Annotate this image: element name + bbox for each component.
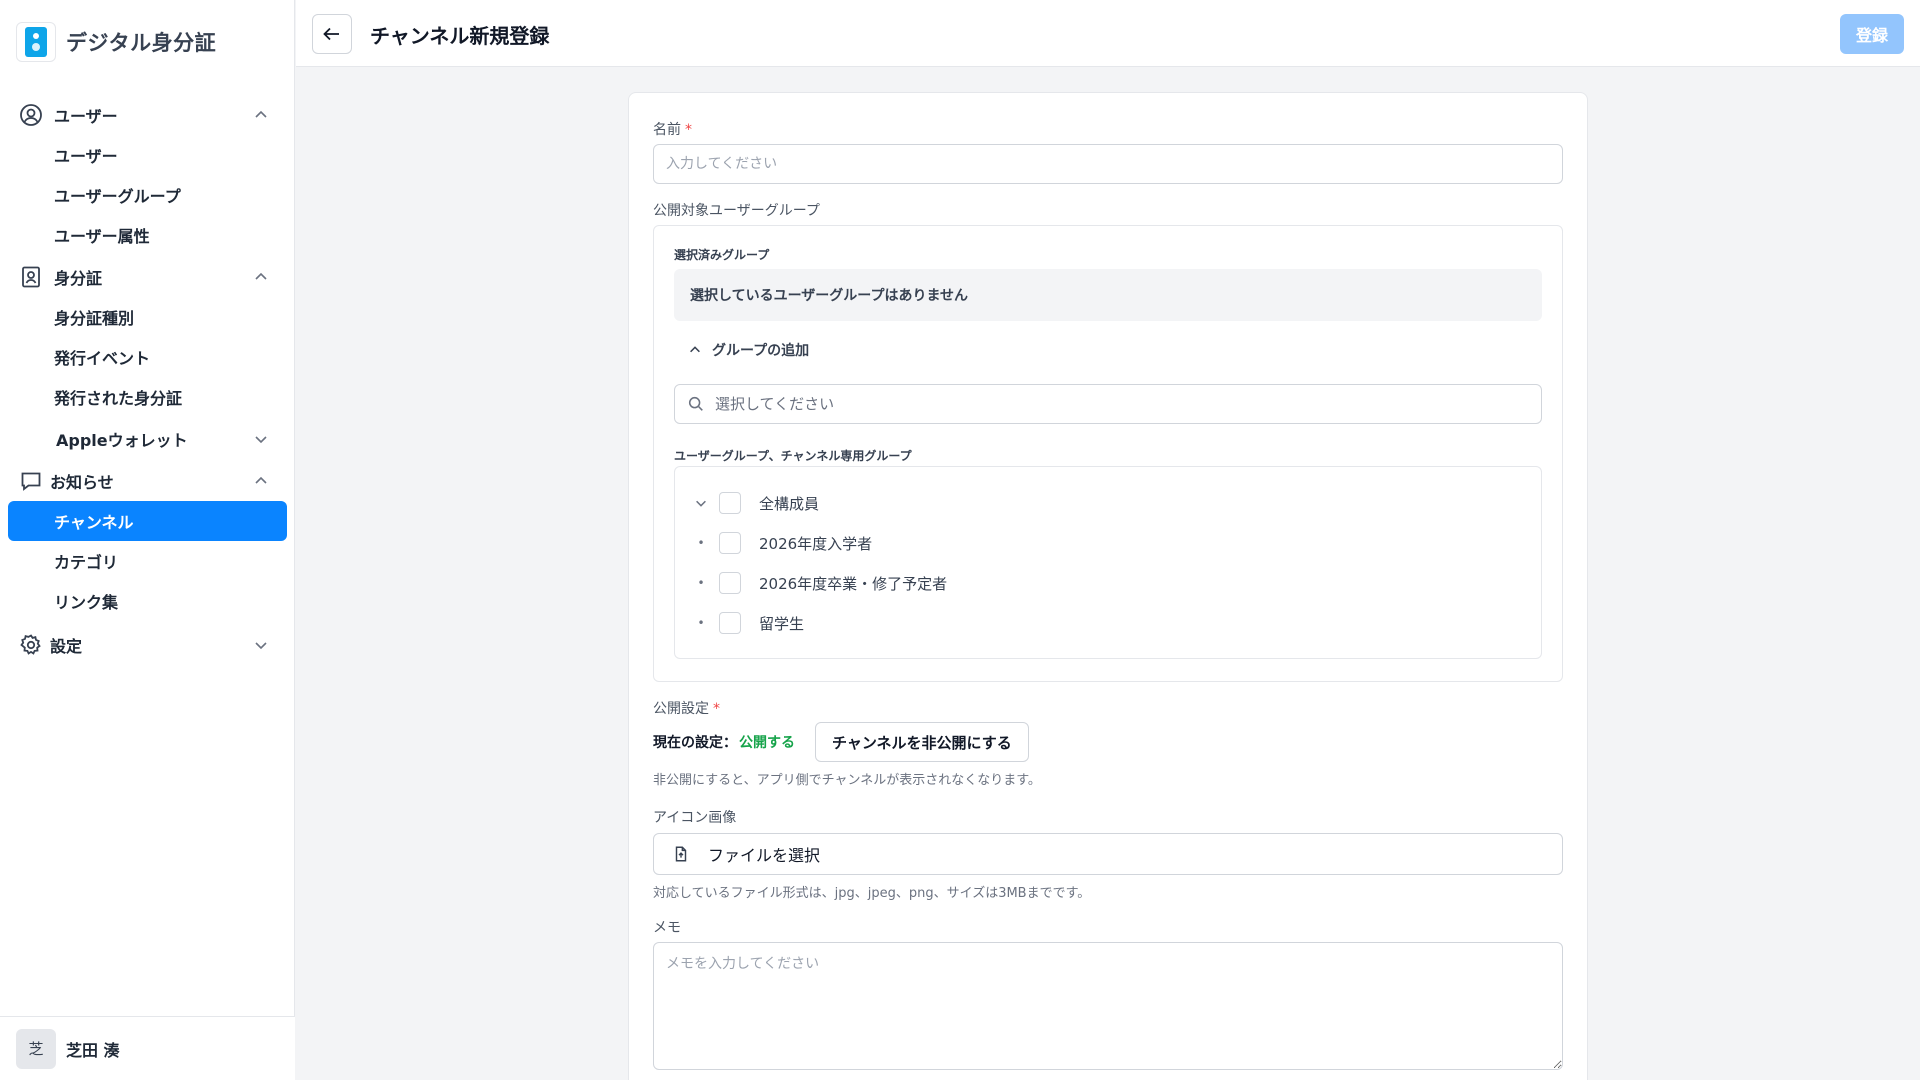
target-groups-label: 公開対象ユーザーグループ — [653, 203, 820, 219]
chevron-down-icon — [255, 436, 267, 444]
chevron-down-icon[interactable] — [693, 495, 709, 511]
required-mark: * — [685, 122, 692, 138]
memo-textarea[interactable] — [653, 942, 1563, 1070]
sidebar-group-label: 身分証 — [54, 269, 103, 288]
file-select-label: ファイルを選択 — [708, 846, 821, 865]
sidebar-item-issued-ids[interactable]: 発行された身分証 — [0, 377, 295, 417]
gear-icon — [18, 632, 44, 658]
sidebar-nav: ユーザー ユーザー ユーザーグループ ユーザー属性 身分証 身分証種別 発行イベ… — [0, 95, 295, 665]
group-tree: 全構成員 • 2026年度入学者 • 2026年度卒業・修了予定者 • 留学生 — [674, 466, 1542, 659]
sidebar-group-user[interactable]: ユーザー — [0, 95, 295, 135]
current-user[interactable]: 芝 芝田 湊 — [0, 1016, 295, 1080]
file-help: 対応しているファイル形式は、jpg、jpeg、png、サイズは3MBまでです。 — [653, 886, 1091, 901]
chevron-up-icon — [690, 346, 700, 353]
visibility-row: 現在の設定： 公開する チャンネルを非公開にする — [653, 722, 1029, 762]
page-title: チャンネル新規登録 — [370, 24, 550, 48]
submit-button[interactable]: 登録 — [1840, 14, 1904, 54]
group-option-label: 2026年度卒業・修了予定者 — [759, 574, 948, 593]
visibility-current-prefix: 現在の設定： — [653, 735, 737, 751]
bullet-icon: • — [697, 616, 705, 630]
sidebar-item-user-attributes[interactable]: ユーザー属性 — [0, 215, 295, 255]
chevron-down-icon — [255, 642, 267, 650]
sidebar-group-settings[interactable]: 設定 — [0, 625, 295, 665]
sidebar-item-id-types[interactable]: 身分証種別 — [0, 297, 295, 337]
id-card-icon — [18, 264, 44, 290]
group-option-label: 留学生 — [759, 614, 805, 633]
group-option-label: 全構成員 — [759, 494, 820, 513]
avatar: 芝 — [16, 1028, 56, 1069]
sidebar-group-id[interactable]: 身分証 — [0, 257, 295, 297]
tree-row: • 2026年度卒業・修了予定者 — [675, 563, 1541, 603]
sidebar: デジタル身分証 ユーザー ユーザー ユーザーグループ ユーザー属性 身分証 身分… — [0, 0, 295, 1080]
group-search[interactable] — [674, 384, 1542, 424]
page-header: チャンネル新規登録 登録 — [296, 0, 1920, 67]
user-name: 芝田 湊 — [66, 1040, 120, 1060]
visibility-status: 公開する — [739, 735, 795, 751]
search-icon — [688, 396, 703, 411]
sidebar-group-label: 設定 — [50, 637, 83, 656]
brand[interactable]: デジタル身分証 — [16, 22, 216, 62]
name-input[interactable] — [653, 144, 1563, 184]
sidebar-group-label: お知らせ — [50, 473, 114, 492]
sidebar-item-channels[interactable]: チャンネル — [8, 501, 287, 541]
back-button[interactable] — [312, 14, 352, 54]
sidebar-group-notices[interactable]: お知らせ — [0, 461, 295, 501]
sidebar-item-links[interactable]: リンク集 — [0, 581, 295, 621]
add-group-label: グループの追加 — [712, 343, 810, 359]
brand-title: デジタル身分証 — [66, 31, 217, 55]
sidebar-item-apple-wallet[interactable]: Appleウォレット — [0, 417, 295, 461]
tree-row: • 2026年度入学者 — [675, 523, 1541, 563]
group-checkbox[interactable] — [719, 532, 741, 554]
chevron-up-icon — [255, 476, 267, 484]
chevron-up-icon — [255, 110, 267, 118]
make-private-button[interactable]: チャンネルを非公開にする — [815, 722, 1029, 762]
arrow-left-icon — [323, 27, 339, 41]
message-icon — [18, 468, 44, 494]
tree-row: • 留学生 — [675, 603, 1541, 643]
group-checkbox[interactable] — [719, 492, 741, 514]
target-groups-box: 選択済みグループ 選択しているユーザーグループはありません グループの追加 ユー… — [653, 225, 1563, 682]
channel-form: 名前* 公開対象ユーザーグループ 選択済みグループ 選択しているユーザーグループ… — [628, 92, 1588, 1080]
selected-groups-label: 選択済みグループ — [674, 248, 770, 262]
chevron-up-icon — [255, 272, 267, 280]
group-checkbox[interactable] — [719, 612, 741, 634]
selected-groups-empty: 選択しているユーザーグループはありません — [674, 269, 1542, 321]
user-circle-icon — [18, 102, 44, 128]
visibility-help: 非公開にすると、アプリ側でチャンネルが表示されなくなります。 — [653, 773, 1041, 788]
memo-label: メモ — [653, 920, 681, 936]
file-select-button[interactable]: ファイルを選択 — [653, 833, 1563, 875]
group-option-label: 2026年度入学者 — [759, 534, 873, 553]
sidebar-item-user-groups[interactable]: ユーザーグループ — [0, 175, 295, 215]
icon-image-label: アイコン画像 — [653, 810, 737, 826]
sidebar-item-users[interactable]: ユーザー — [0, 135, 295, 175]
brand-logo-icon — [16, 22, 56, 62]
name-label: 名前 * — [653, 122, 692, 138]
sidebar-item-label: Appleウォレット — [56, 431, 188, 450]
sidebar-group-label: ユーザー — [54, 107, 118, 126]
bullet-icon: • — [697, 576, 705, 590]
file-upload-icon — [675, 846, 687, 862]
add-group-toggle[interactable]: グループの追加 — [688, 340, 809, 360]
required-mark: * — [713, 701, 720, 717]
group-search-input[interactable] — [715, 395, 1515, 413]
group-checkbox[interactable] — [719, 572, 741, 594]
visibility-label: 公開設定 * — [653, 701, 720, 717]
sidebar-item-issue-events[interactable]: 発行イベント — [0, 337, 295, 377]
group-list-label: ユーザーグループ、チャンネル専用グループ — [674, 449, 912, 463]
sidebar-item-categories[interactable]: カテゴリ — [0, 541, 295, 581]
tree-row: 全構成員 — [675, 483, 1541, 523]
bullet-icon: • — [697, 536, 705, 550]
